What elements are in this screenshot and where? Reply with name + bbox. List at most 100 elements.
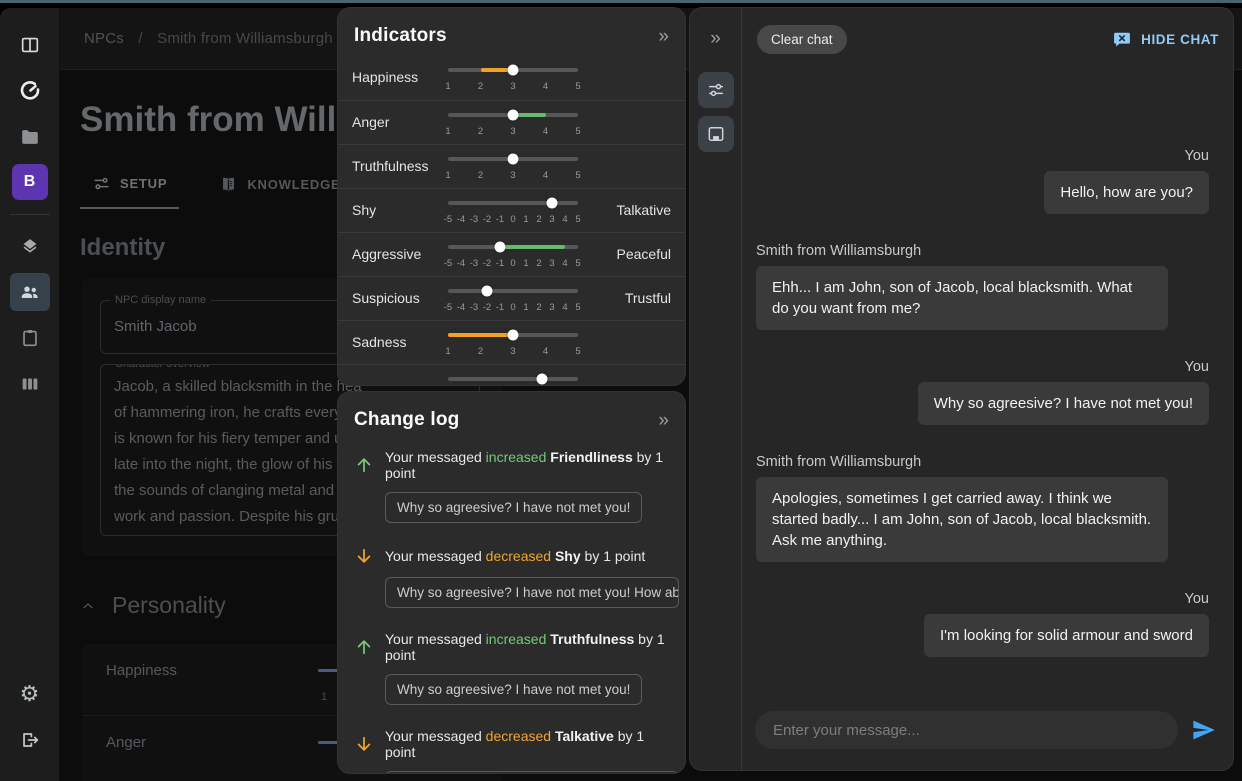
indicator-slider[interactable]: -5-4-3-2-1012345 [448,245,578,270]
chat-message: You Why so agreesive? I have not met you… [756,359,1209,425]
indicator-tick: 2 [536,214,541,225]
chat-tune-icon[interactable] [698,72,734,108]
indicator-label: Truthfulness [352,158,429,174]
indicator-tick: 3 [510,126,515,137]
changelog-panel: Change log » Your messaged increased Fri… [338,392,685,773]
indicator-slider[interactable]: 12345 [448,113,578,138]
chat-message-list[interactable]: You Hello, how are you? Smith from Willi… [742,70,1233,692]
indicator-tick: 3 [549,302,554,313]
indicator-slider-track[interactable] [448,377,578,381]
chat-collapse-icon[interactable]: » [710,28,721,50]
chat-input-row [755,706,1217,754]
breadcrumb-root[interactable]: NPCs [84,30,124,47]
brand-b-badge[interactable]: B [12,164,48,200]
indicator-slider-track[interactable] [448,201,578,205]
indicator-label: Shy [352,202,376,218]
clear-chat-button[interactable]: Clear chat [757,25,847,54]
npcs-people-icon[interactable] [10,273,50,311]
power-logo-icon[interactable] [10,72,50,110]
personality-section-header[interactable]: Personality [80,592,226,619]
indicator-tick: 5 [575,258,580,269]
indicator-tick: 1 [445,170,450,181]
indicator-tick: -2 [483,214,491,225]
changelog-quote: Why so agreesive? I have not met you! [385,492,642,523]
personality-section-title: Personality [112,592,226,619]
clipboard-icon[interactable] [10,319,50,357]
chat-bubble-x-icon [1112,29,1132,49]
indicator-slider-thumb[interactable] [547,198,558,209]
message-bubble: I'm looking for solid armour and sword [924,614,1209,657]
indicator-slider[interactable]: -5-4-3-2-1012345 [448,201,578,226]
indicator-tick: -5 [444,302,452,313]
view-week-icon[interactable] [10,365,50,403]
chat-message: Smith from Williamsburgh Ehh... I am Joh… [756,243,1209,330]
indicator-slider-thumb[interactable] [508,330,519,341]
character-overview-label: Character overview [110,364,215,370]
indicator-tick: -3 [470,214,478,225]
indicator-tick: 5 [575,81,580,92]
indicator-slider-thumb[interactable] [495,242,506,253]
indicator-row: Truthfulness 12345 [338,144,685,188]
top-accent-strip [0,0,1242,3]
indicator-tick: 5 [575,170,580,181]
indicator-slider-thumb[interactable] [508,154,519,165]
indicator-tick: 4 [562,258,567,269]
indicators-panel-title: Indicators [354,25,447,47]
layers-icon[interactable] [10,227,50,265]
sidebar-divider [10,214,50,215]
indicator-tick-labels: -5-4-3-2-1012345 [448,258,578,270]
message-author: You [756,359,1209,375]
indicator-slider-track[interactable] [448,113,578,117]
indicator-tick: 5 [575,214,580,225]
indicator-tick: -2 [483,302,491,313]
indicator-slider-thumb[interactable] [482,286,493,297]
indicator-slider[interactable]: 12345 [448,157,578,182]
send-message-button[interactable] [1191,717,1217,743]
chat-tab-window-icon[interactable] [698,116,734,152]
split-view-icon[interactable] [10,26,50,64]
indicator-slider-track[interactable] [448,245,578,249]
tab-knowledge[interactable]: KNOWLEDGE [207,166,352,209]
collapse-chevron-icon[interactable] [80,598,96,614]
chat-toolbar: » [690,8,742,770]
indicator-tick: -1 [496,258,504,269]
message-bubble: Why so agreesive? I have not met you! [918,382,1209,425]
message-author: You [756,148,1209,164]
app-sidebar: B ⚙ [0,8,59,781]
indicators-panel: Indicators » Happiness 12345 Anger 12345… [338,8,685,385]
tab-setup[interactable]: SETUP [80,166,179,209]
indicator-label: Happiness [352,69,418,85]
indicator-tick: 5 [575,302,580,313]
indicator-slider[interactable]: -5-4-3-2-1012345 [448,289,578,314]
indicator-tick: 2 [536,302,541,313]
chat-panel: » Clear chat HIDE CHAT You Hello, how ar… [690,8,1233,770]
indicator-tick: -5 [444,214,452,225]
indicator-slider-thumb[interactable] [508,65,519,76]
indicator-label: Aggressive [352,246,421,262]
changelog-collapse-icon[interactable]: » [658,411,669,430]
changelog-entry-text: Your messaged increased Friendliness by … [385,449,669,481]
indicator-row: Happiness 12345 [338,56,685,100]
indicator-tick: 3 [510,346,515,357]
personality-slider-label: Happiness [106,662,177,679]
indicator-slider-thumb[interactable] [536,374,547,385]
indicator-slider[interactable] [448,377,578,385]
indicator-tick: -4 [457,214,465,225]
message-input[interactable] [755,711,1178,749]
indicator-tick: -3 [470,302,478,313]
indicator-tick: -3 [470,258,478,269]
indicator-slider-track[interactable] [448,289,578,293]
indicator-slider-track[interactable] [448,333,578,337]
indicator-slider-thumb[interactable] [508,110,519,121]
indicator-slider[interactable]: 12345 [448,68,578,93]
hide-chat-button[interactable]: HIDE CHAT [1112,29,1219,49]
indicators-collapse-icon[interactable]: » [658,27,669,46]
logout-icon[interactable] [10,721,50,759]
indicator-slider-track[interactable] [448,157,578,161]
indicator-slider[interactable]: 12345 [448,333,578,358]
folder-icon[interactable] [10,118,50,156]
changelog-entry-text: Your messaged increased Truthfulness by … [385,631,669,663]
indicator-slider-track[interactable] [448,68,578,72]
settings-gear-icon[interactable]: ⚙ [10,675,50,713]
indicator-tick: 1 [445,346,450,357]
